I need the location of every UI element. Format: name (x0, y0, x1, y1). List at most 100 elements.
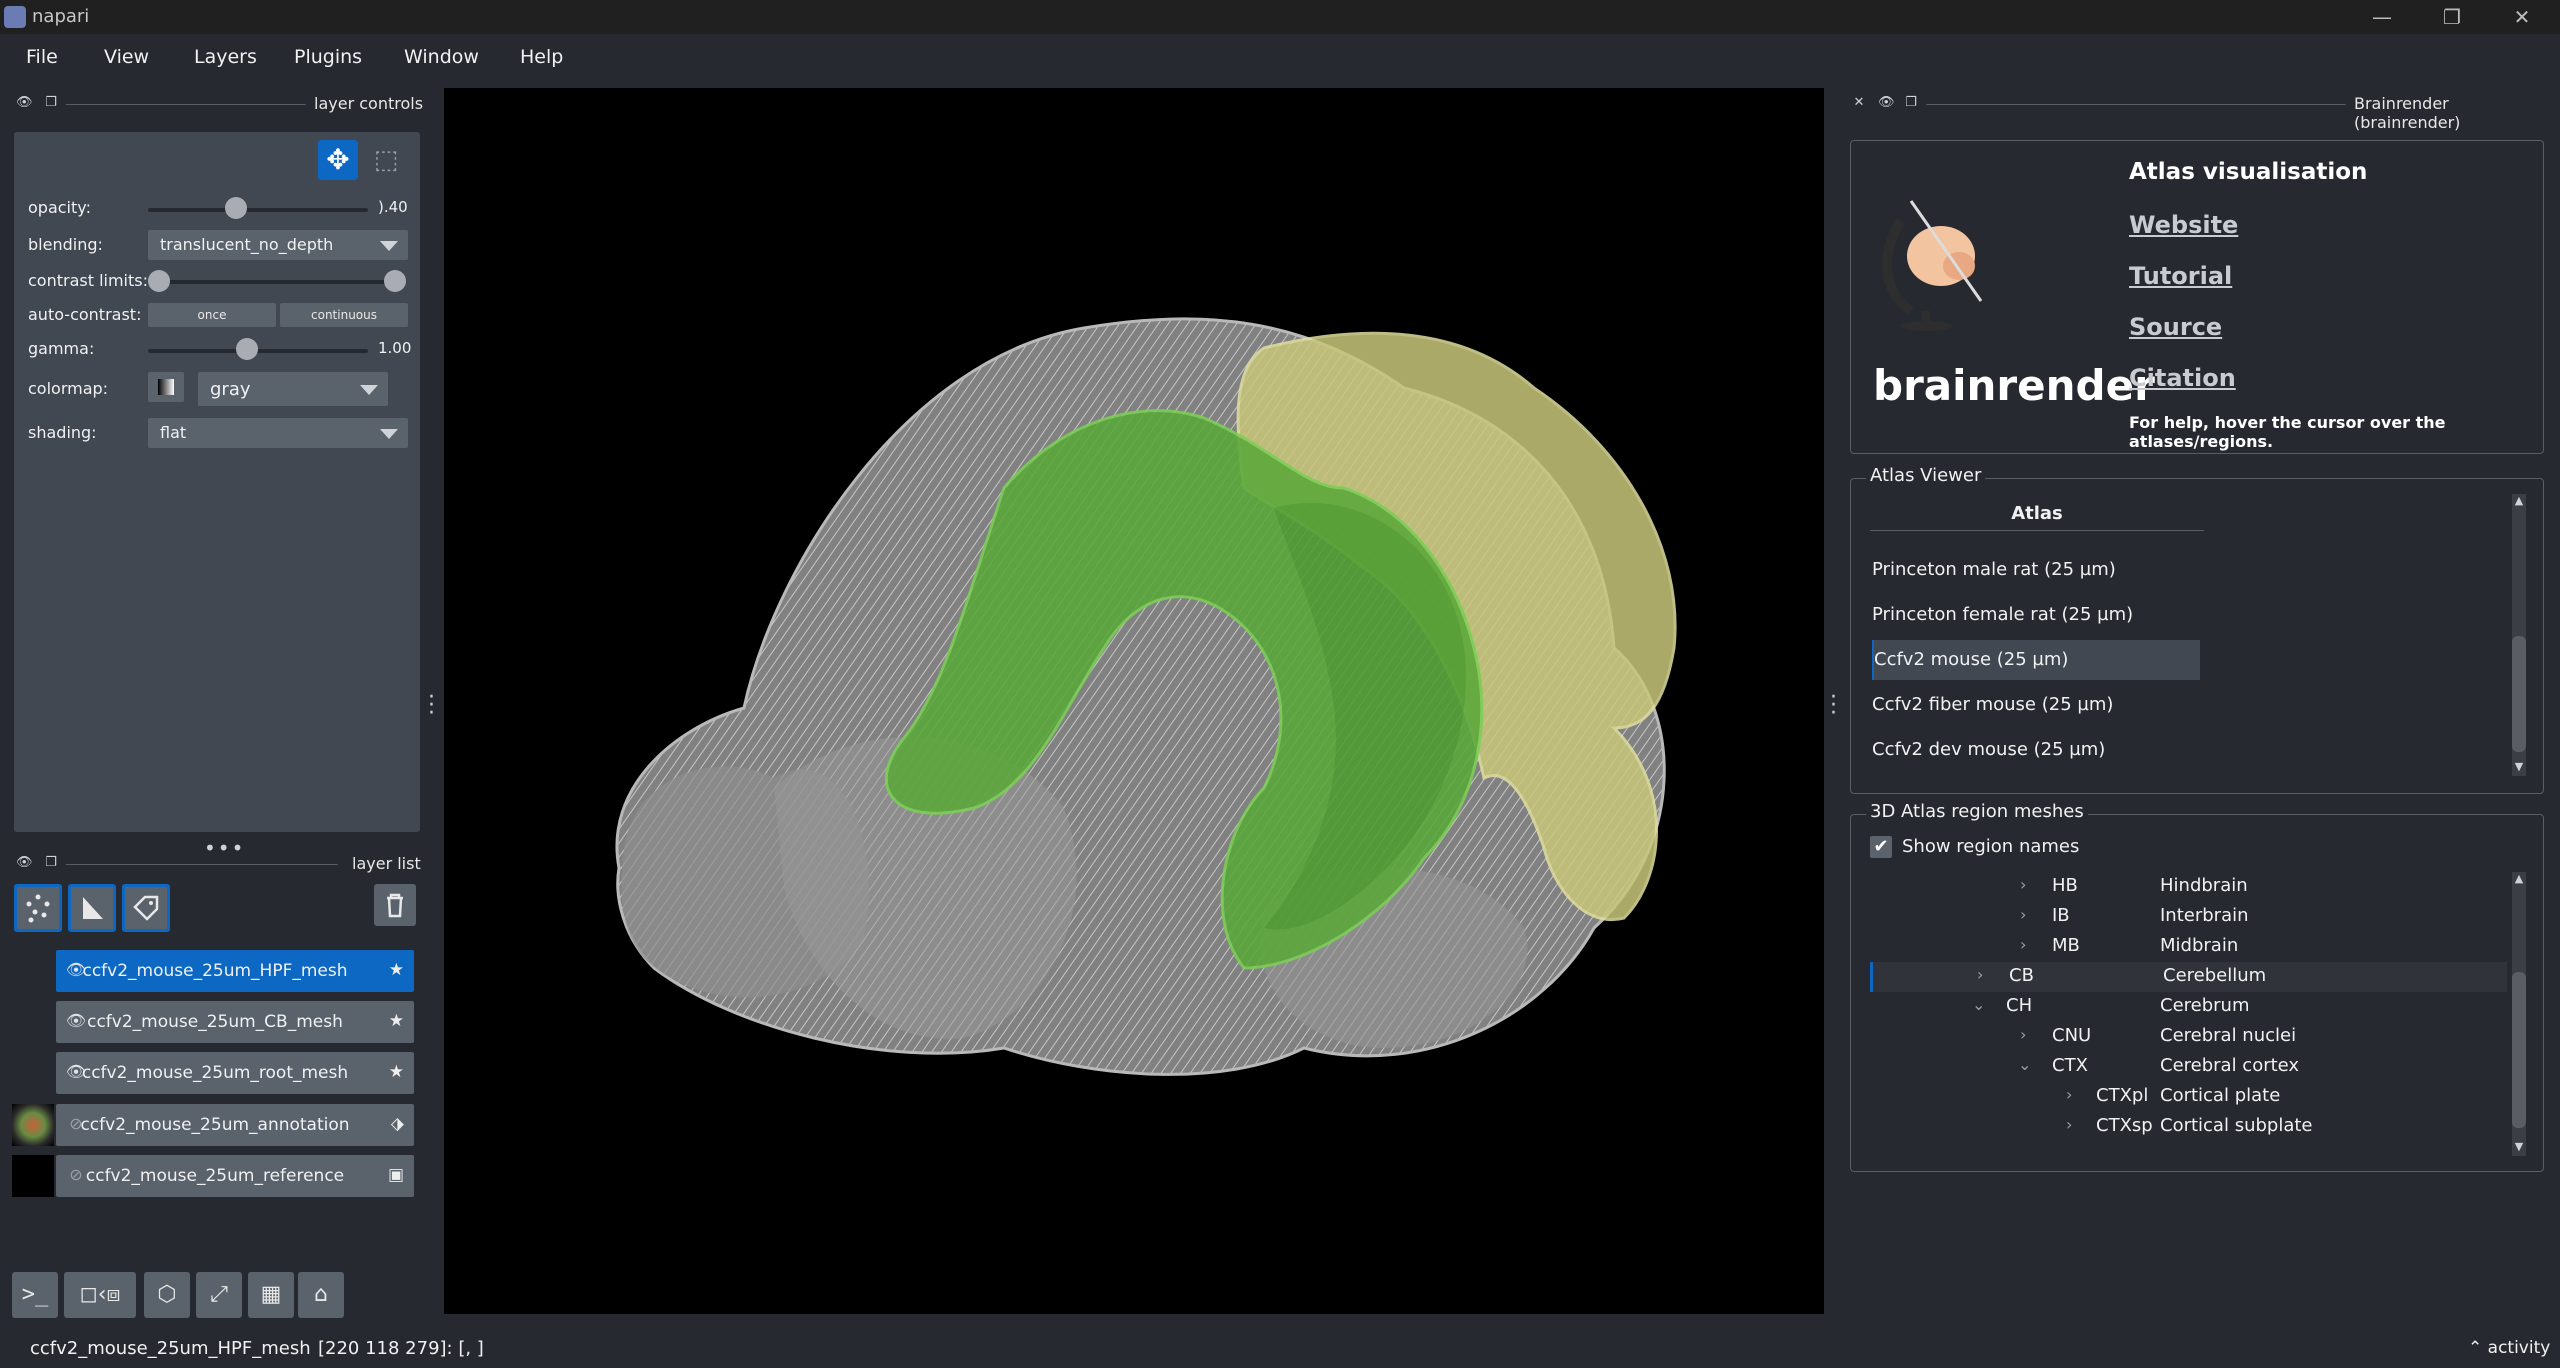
new-shapes-layer-button[interactable] (68, 884, 116, 932)
tree-row[interactable]: ⌄ CH Cerebrum (1870, 992, 2504, 1022)
toggle-ndisplay-icon[interactable]: ◻‹⧈ (64, 1272, 136, 1318)
tree-scroll-thumb[interactable] (2512, 972, 2526, 1128)
layer-controls-title: layer controls (314, 94, 424, 113)
chevron-right-icon[interactable]: › (2066, 1115, 2072, 1134)
transform-icon[interactable]: ⬚ (366, 140, 406, 180)
scroll-down-icon[interactable]: ▼ (2512, 760, 2526, 773)
image-icon: ▣ (387, 1165, 404, 1185)
chevron-right-icon[interactable]: › (2020, 1025, 2026, 1044)
opacity-slider-handle[interactable] (225, 197, 247, 219)
layer-row-cb-mesh[interactable]: 👁 ccfv2_mouse_25um_CB_mesh ★ (56, 1001, 414, 1043)
tree-row[interactable]: › CTXpl Cortical plate (1870, 1082, 2504, 1112)
show-region-names-checkbox[interactable]: ✔ (1870, 836, 1892, 858)
transpose-dimensions-icon[interactable]: ⤢ (196, 1272, 242, 1318)
layer-controls-panel: ✥ ⬚ opacity: ).40 blending: translucent_… (14, 132, 420, 832)
atlas-scroll-thumb[interactable] (2512, 636, 2526, 752)
restore-icon[interactable]: ❐ (2422, 2, 2482, 32)
float-panel-icon[interactable]: ❐ (1904, 96, 1918, 110)
atlas-row[interactable]: Ccfv2 dev mouse (25 µm) (1872, 730, 2198, 770)
website-link[interactable]: Website (2129, 211, 2238, 239)
tree-row[interactable]: › CTXsp Cortical subplate (1870, 1112, 2504, 1142)
menu-window[interactable]: Window (404, 46, 479, 68)
menu-layers[interactable]: Layers (194, 46, 257, 68)
blending-dropdown[interactable]: translucent_no_depth (148, 230, 408, 260)
chevron-right-icon[interactable]: › (2020, 935, 2026, 954)
layer-row-hpf-mesh[interactable]: 👁 ccfv2_mouse_25um_HPF_mesh ★ (56, 950, 414, 992)
canvas-3d-viewer[interactable] (444, 88, 1824, 1314)
chevron-right-icon[interactable]: › (2066, 1085, 2072, 1104)
menu-view[interactable]: View (104, 46, 149, 68)
header-divider (1926, 104, 2346, 105)
grid-view-icon[interactable]: ▦ (248, 1272, 294, 1318)
tutorial-link[interactable]: Tutorial (2129, 262, 2232, 290)
chevron-right-icon[interactable]: › (1977, 965, 1983, 984)
chevron-down-icon[interactable]: ⌄ (2018, 1055, 2031, 1074)
scroll-up-icon[interactable]: ▲ (2512, 494, 2526, 507)
auto-contrast-continuous-button[interactable]: continuous (280, 303, 408, 327)
toggle-visibility-icon[interactable]: 👁 (16, 96, 33, 110)
new-labels-layer-button[interactable] (122, 884, 170, 932)
tree-row[interactable]: › CNU Cerebral nuclei (1870, 1022, 2504, 1052)
atlas-row[interactable]: Ccfv2 fiber mouse (25 µm) (1872, 685, 2198, 725)
contrast-min-handle[interactable] (148, 270, 170, 292)
tree-row-current[interactable]: › CB Cerebellum (1870, 962, 2507, 992)
tree-row[interactable]: › MB Midbrain (1870, 932, 2504, 962)
close-window-icon[interactable]: ✕ (2492, 2, 2552, 32)
activity-button[interactable]: ⌃ activity (2468, 1338, 2550, 1358)
gamma-slider-track[interactable] (148, 349, 368, 353)
pan-zoom-icon[interactable]: ✥ (318, 140, 358, 180)
layer-name: ccfv2_mouse_25um_CB_mesh (87, 1012, 343, 1032)
tree-row[interactable]: ⌄ CTX Cerebral cortex (1870, 1052, 2504, 1082)
menu-plugins[interactable]: Plugins (294, 46, 362, 68)
chevron-right-icon[interactable]: › (2020, 905, 2026, 924)
layer-row-annotation[interactable]: ⊘ ccfv2_mouse_25um_annotation ⬗ (56, 1104, 414, 1146)
right-splitter-handle[interactable]: · · · (1830, 687, 1840, 725)
region-name: Hindbrain (2160, 875, 2248, 896)
auto-contrast-once-button[interactable]: once (148, 303, 276, 327)
gamma-value: 1.00 (378, 339, 412, 357)
float-panel-icon[interactable]: ❐ (44, 856, 58, 870)
contrast-max-handle[interactable] (384, 270, 406, 292)
menu-file[interactable]: File (26, 46, 58, 68)
citation-link[interactable]: Citation (2129, 364, 2236, 392)
new-points-layer-button[interactable] (14, 884, 62, 932)
float-panel-icon[interactable]: ❐ (44, 96, 58, 110)
status-bar: ccfv2_mouse_25um_HPF_mesh [220 118 279]:… (0, 1328, 2560, 1368)
tree-row[interactable]: › IB Interbrain (1870, 902, 2504, 932)
brainrender-header-box: brainrender Atlas visualisation Website … (1850, 140, 2544, 454)
console-icon[interactable]: >_ (12, 1272, 58, 1318)
atlas-row[interactable]: Princeton female rat (25 µm) (1872, 595, 2198, 635)
tree-row[interactable]: › HB Hindbrain (1870, 872, 2504, 902)
layer-row-reference[interactable]: ⊘ ccfv2_mouse_25um_reference ▣ (56, 1155, 414, 1197)
chevron-down-icon[interactable]: ⌄ (1972, 995, 1985, 1014)
scroll-down-icon[interactable]: ▼ (2512, 1140, 2526, 1153)
left-splitter-handle[interactable]: · · · (428, 687, 438, 725)
shading-value: flat (160, 423, 187, 442)
colormap-value: gray (210, 379, 251, 400)
region-acronym: MB (2052, 935, 2080, 956)
home-icon[interactable]: ⌂ (298, 1272, 344, 1318)
delete-layer-button[interactable] (374, 884, 416, 926)
minimize-icon[interactable]: — (2352, 2, 2412, 32)
splitter-handle[interactable]: ••• (204, 836, 245, 860)
close-dock-icon[interactable]: ✕ (1852, 96, 1866, 110)
chevron-right-icon[interactable]: › (2020, 875, 2026, 894)
atlas-row-selected[interactable]: Ccfv2 mouse (25 µm) (1872, 640, 2200, 680)
shading-dropdown[interactable]: flat (148, 418, 408, 448)
atlas-name: Princeton female rat (25 µm) (1872, 604, 2134, 625)
layer-row-root-mesh[interactable]: 👁 ccfv2_mouse_25um_root_mesh ★ (56, 1052, 414, 1094)
colormap-dropdown[interactable]: gray (198, 372, 388, 406)
contrast-limits-track[interactable] (160, 280, 398, 284)
atlas-column-header[interactable]: Atlas (1870, 500, 2204, 531)
toggle-visibility-icon[interactable]: 👁 (16, 856, 33, 870)
menu-help[interactable]: Help (520, 46, 563, 68)
opacity-slider-track[interactable] (148, 208, 368, 212)
source-link[interactable]: Source (2129, 313, 2222, 341)
toggle-visibility-icon[interactable]: 👁 (1878, 96, 1895, 110)
show-region-names-label: Show region names (1902, 836, 2080, 857)
scroll-up-icon[interactable]: ▲ (2512, 872, 2526, 885)
brain-mesh-render (615, 317, 1677, 1076)
atlas-row[interactable]: Princeton male rat (25 µm) (1872, 550, 2198, 590)
gamma-slider-handle[interactable] (236, 338, 258, 360)
roll-dimensions-icon[interactable]: ⬡ (144, 1272, 190, 1318)
